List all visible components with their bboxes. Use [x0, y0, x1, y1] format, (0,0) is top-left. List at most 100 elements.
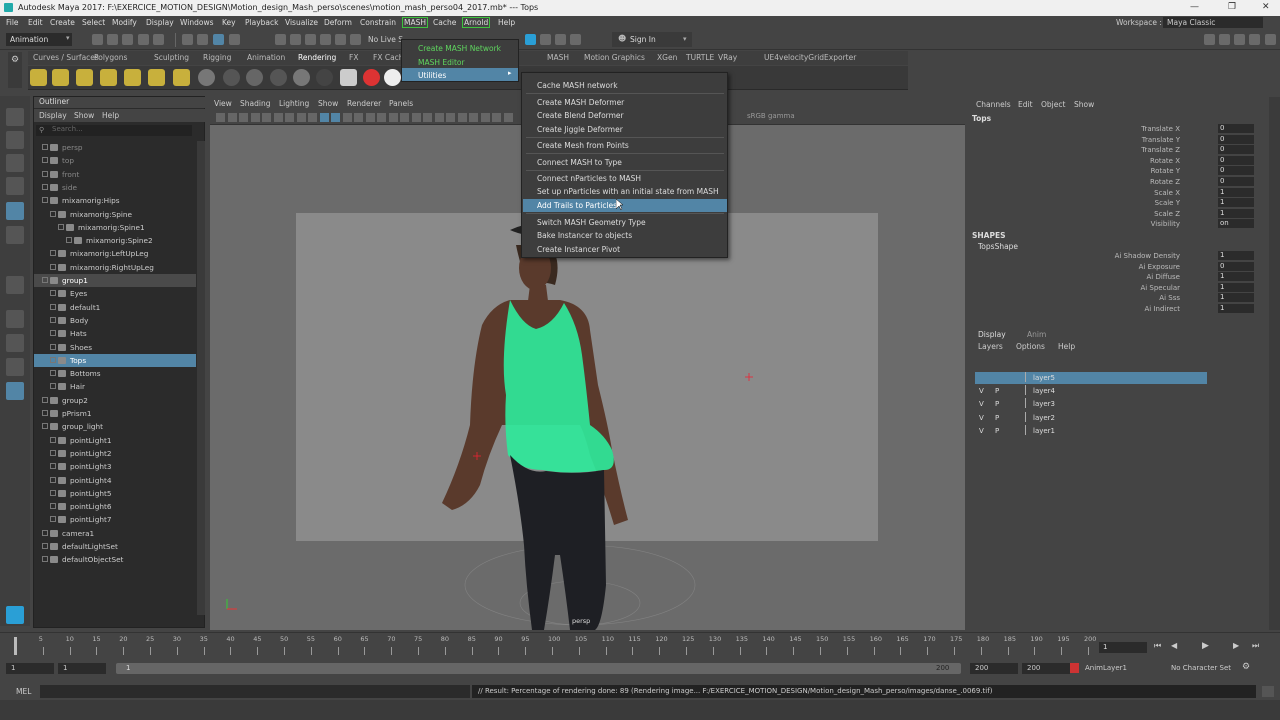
hypershade-icon[interactable] [570, 34, 581, 45]
range-slider[interactable] [116, 663, 961, 674]
sphere-icon[interactable] [270, 69, 287, 86]
attr-value[interactable]: 0 [1218, 177, 1254, 186]
shape-attr-value[interactable]: 1 [1218, 304, 1254, 313]
paint-select-icon[interactable] [6, 154, 24, 172]
outliner-menu-display[interactable]: Display [39, 111, 67, 120]
expand-icon[interactable] [50, 330, 56, 337]
outliner-row[interactable]: pointLight7 [34, 513, 196, 526]
expand-icon[interactable] [50, 263, 56, 270]
tab-rendering[interactable]: Rendering [298, 53, 336, 62]
range-end-field[interactable]: 200 [970, 663, 1018, 674]
expand-icon[interactable] [50, 489, 56, 496]
step-forward-icon[interactable]: ▶ [1233, 641, 1239, 650]
settings-icon[interactable]: ⚙ [1242, 662, 1250, 672]
viewport-tool-icon[interactable] [388, 113, 398, 122]
shape-attr-value[interactable]: 1 [1218, 272, 1254, 282]
expand-icon[interactable] [50, 303, 56, 310]
workspace-select[interactable]: Maya Classic [1163, 17, 1263, 28]
layer-visibility-toggle[interactable]: V [979, 387, 984, 395]
expand-icon[interactable] [42, 277, 48, 283]
outliner-row[interactable]: side [34, 181, 196, 194]
utilities-menu-item[interactable]: Create Blend Deformer [523, 109, 727, 122]
attr-value[interactable]: 0 [1218, 134, 1254, 144]
outliner-row[interactable]: front [34, 168, 196, 181]
outliner-row[interactable]: camera1 [34, 527, 196, 540]
viewport-tool-icon[interactable] [423, 113, 432, 122]
expand-icon[interactable] [58, 223, 64, 230]
sphere-icon[interactable] [384, 69, 401, 86]
history-icon[interactable] [350, 34, 361, 45]
viewport-tool-icon[interactable] [273, 113, 283, 122]
attr-value[interactable]: 0 [1218, 145, 1254, 155]
attr-value[interactable]: 1 [1218, 187, 1254, 197]
outliner-row[interactable]: Body [34, 314, 196, 327]
layer-row[interactable]: V Player2 [975, 411, 1207, 424]
layer-visibility-toggle[interactable]: V [979, 414, 984, 422]
tab-turtle[interactable]: TURTLE [686, 53, 714, 62]
sphere-icon[interactable] [246, 69, 263, 86]
utilities-menu-item[interactable]: Create Jiggle Deformer [523, 123, 727, 136]
viewport-tool-icon[interactable] [492, 113, 501, 122]
layer-playback-toggle[interactable]: P [995, 400, 999, 408]
menu-mash[interactable]: MASH [401, 17, 429, 28]
anim-layer-select[interactable]: AnimLayer1 [1082, 663, 1162, 674]
menu-deform[interactable]: Deform [324, 18, 352, 27]
menu-visualize[interactable]: Visualize [285, 18, 318, 27]
outliner-row[interactable]: pointLight2 [34, 447, 196, 460]
outliner-row[interactable]: pPrism1 [34, 407, 196, 420]
menu-file[interactable]: File [6, 18, 19, 27]
viewport-menu-renderer[interactable]: Renderer [347, 99, 381, 108]
expand-icon[interactable] [42, 423, 48, 430]
expand-icon[interactable] [50, 449, 56, 456]
viewport-tool-icon[interactable] [377, 113, 386, 122]
menu-help[interactable]: Help [498, 18, 515, 27]
outliner-row[interactable]: pointLight6 [34, 500, 196, 513]
menu-constrain[interactable]: Constrain [360, 18, 396, 27]
show-manip-icon[interactable] [6, 276, 24, 294]
viewport-tool-icon[interactable] [296, 113, 306, 122]
shape-attr-value[interactable]: 0 [1218, 261, 1254, 271]
outliner-menu-help[interactable]: Help [102, 111, 119, 120]
layout-two-icon[interactable] [1234, 34, 1245, 45]
viewport-tool-icon[interactable] [434, 113, 444, 122]
outliner-row[interactable]: Tops [34, 353, 196, 367]
expand-icon[interactable] [42, 157, 48, 164]
select-component-icon[interactable] [213, 34, 224, 45]
layers-menu-options[interactable]: Options [1016, 342, 1045, 351]
outliner-row[interactable]: Eyes [34, 287, 196, 300]
outliner-row[interactable]: mixamorig:LeftUpLeg [34, 247, 196, 260]
layer-visibility-toggle[interactable]: V [979, 427, 984, 435]
select-tool-icon[interactable] [6, 108, 24, 126]
menu-windows[interactable]: Windows [180, 18, 213, 27]
viewport-menu-panels[interactable]: Panels [389, 99, 413, 108]
viewport-tool-icon[interactable] [400, 113, 409, 122]
viewport-menu-view[interactable]: View [214, 99, 232, 108]
no-live-surface-label[interactable]: No Live S [368, 35, 403, 44]
maximize-icon[interactable]: ❐ [1228, 2, 1236, 12]
shelf-gear-icon[interactable]: ⚙ [8, 52, 22, 88]
rotate-tool-icon[interactable] [6, 202, 24, 220]
utilities-menu-item[interactable]: Set up nParticles with an initial state … [523, 185, 727, 198]
viewport-tool-icon[interactable] [331, 113, 340, 122]
viewport-tool-icon[interactable] [227, 113, 237, 122]
outliner-search-input[interactable]: Search... [36, 125, 192, 136]
utilities-menu-item[interactable]: Cache MASH network [523, 79, 727, 92]
viewport-tool-icon[interactable] [319, 113, 329, 122]
expand-icon[interactable] [50, 370, 56, 377]
menu-select[interactable]: Select [82, 18, 105, 27]
outliner-row[interactable]: top [34, 154, 196, 167]
tab-sculpting[interactable]: Sculpting [154, 53, 189, 62]
undo-icon[interactable] [138, 34, 149, 45]
outliner-row[interactable]: persp [34, 141, 196, 154]
shelf-tool-icon[interactable] [52, 69, 69, 86]
menu-playback[interactable]: Playback [245, 18, 278, 27]
snap-surface-icon[interactable] [335, 34, 346, 45]
viewport-tool-icon[interactable] [457, 113, 467, 122]
material-icon[interactable] [340, 69, 357, 86]
outliner-row[interactable]: Hair [34, 380, 196, 393]
attr-value[interactable]: 0 [1218, 166, 1254, 176]
tab-animation[interactable]: Animation [247, 53, 285, 62]
tab-display[interactable]: Display [978, 330, 1006, 339]
expand-icon[interactable] [42, 183, 48, 190]
redo-icon[interactable] [153, 34, 164, 45]
